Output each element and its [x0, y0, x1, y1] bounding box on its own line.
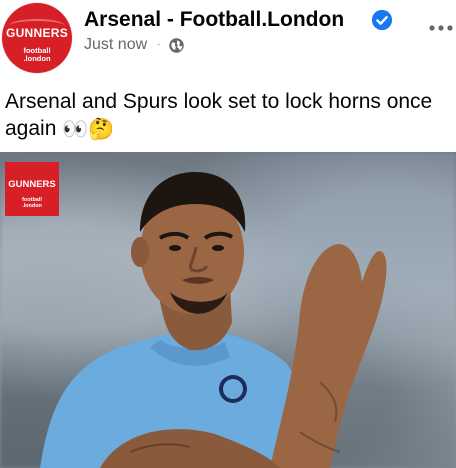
post-meta: Just now ·: [84, 35, 185, 55]
page-name-link[interactable]: Arsenal - Football.London: [84, 7, 344, 33]
meta-separator: ·: [157, 39, 161, 50]
page-avatar[interactable]: GUNNERS football .london: [2, 3, 72, 73]
photo-watermark-logo: GUNNERS football .london: [5, 162, 59, 216]
photo-logo-brand: GUNNERS: [8, 179, 56, 190]
globe-icon[interactable]: [168, 37, 185, 54]
player-figure-image: [40, 172, 387, 468]
post-caption: Arsenal and Spurs look set to lock horns…: [5, 88, 451, 143]
avatar-subtext-line2: .london: [23, 54, 51, 63]
photo-logo-subtext: football .london: [5, 197, 59, 209]
post-timestamp[interactable]: Just now: [84, 35, 147, 55]
photo-logo-subtext-line2: .london: [22, 203, 42, 209]
eyes-emoji: 👀: [62, 117, 89, 141]
post-header: GUNNERS football .london Arsenal - Footb…: [0, 0, 456, 80]
more-options-icon[interactable]: [426, 18, 456, 38]
avatar-brand-text: GUNNERS: [5, 26, 69, 40]
avatar-subtext: football .london: [2, 47, 72, 63]
verified-badge-icon: [371, 9, 393, 31]
thinking-face-emoji: 🤔: [88, 117, 115, 141]
post-photo[interactable]: GUNNERS football .london: [0, 152, 456, 468]
